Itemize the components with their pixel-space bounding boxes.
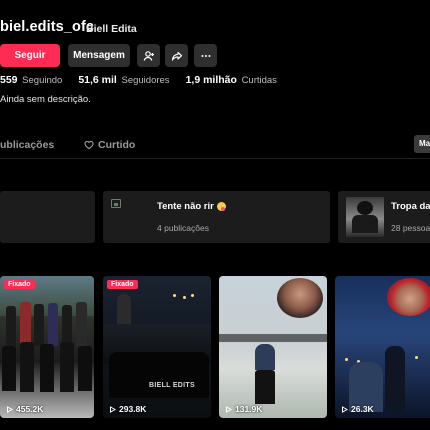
facecam <box>277 278 323 318</box>
more-options-button[interactable] <box>194 44 217 67</box>
more-dots-icon <box>201 54 210 57</box>
video-views: 455.2K <box>6 404 43 414</box>
tab-posts-label: ublicações <box>0 139 55 151</box>
stat-likes: 1,9 milhão Curtidas <box>186 74 277 86</box>
pinned-badge: Fixado <box>4 280 35 289</box>
add-friend-button[interactable] <box>137 44 160 67</box>
playlist-count: 28 pessoas <box>391 223 430 233</box>
video-views: 26.3K <box>341 404 374 414</box>
play-icon <box>226 405 232 413</box>
stat-following-value: 559 <box>0 74 18 86</box>
laughing-emoji-icon <box>216 202 226 211</box>
profile-username: biel.edits_ofc <box>0 19 95 35</box>
video-views: 293.8K <box>109 404 146 414</box>
play-icon <box>7 405 13 413</box>
video-views-count: 455.2K <box>16 404 44 414</box>
playlist-card[interactable] <box>0 191 95 243</box>
stat-followers-label: Seguidores <box>121 75 170 86</box>
video-thumbnail[interactable]: 26.3K <box>335 276 430 418</box>
play-icon <box>110 405 116 413</box>
video-thumbnail[interactable]: 131.9K <box>219 276 327 418</box>
sort-latest-button[interactable]: Mais <box>414 135 430 153</box>
profile-nickname: Biell Edita <box>86 23 137 35</box>
share-button[interactable] <box>165 44 188 67</box>
follow-button[interactable]: Seguir <box>0 44 60 67</box>
video-views-count: 293.8K <box>119 404 147 414</box>
stat-likes-value: 1,9 milhão <box>185 74 237 86</box>
share-icon <box>171 51 182 61</box>
playlist-card-tropa[interactable]: Tropa da 28 pessoas <box>338 191 430 243</box>
tab-divider <box>0 158 430 159</box>
pinned-badge: Fixado <box>107 280 138 289</box>
message-button[interactable]: Mensagem <box>68 44 130 67</box>
add-user-icon <box>143 50 154 61</box>
stat-following[interactable]: 559 Seguindo <box>0 74 62 86</box>
tab-posts[interactable]: ublicações <box>0 139 54 151</box>
facecam <box>387 278 430 316</box>
tab-liked-label: Curtido <box>98 139 136 151</box>
stat-following-label: Seguindo <box>22 75 63 86</box>
heart-outline-icon <box>84 140 94 150</box>
playlist-thumbnail <box>346 197 384 237</box>
profile-bio: Ainda sem descrição. <box>0 94 91 105</box>
video-views: 131.9K <box>225 404 262 414</box>
broken-image-icon <box>111 199 121 208</box>
tab-liked[interactable]: Curtido <box>84 139 135 151</box>
overlay-text: BIELL EDITS <box>149 382 195 389</box>
video-thumbnail[interactable]: Fixado 455.2K <box>0 276 94 418</box>
playlist-title: Tropa da <box>391 201 430 212</box>
playlist-card-tente-nao-rir[interactable]: Tente não rir 4 publicações <box>103 191 330 243</box>
car-shape <box>109 352 209 398</box>
video-views-count: 26.3K <box>351 404 374 414</box>
play-icon <box>342 405 348 413</box>
stat-followers-value: 51,6 mil <box>78 74 117 86</box>
playlist-count: 4 publicações <box>157 223 209 233</box>
playlist-title-text: Tente não rir <box>157 201 214 212</box>
stat-likes-label: Curtidas <box>241 75 277 86</box>
video-views-count: 131.9K <box>235 404 263 414</box>
video-thumbnail[interactable]: BIELL EDITS Fixado 293.8K <box>103 276 211 418</box>
profile-stats: 559 Seguindo 51,6 mil Seguidores 1,9 mil… <box>0 74 277 86</box>
playlist-title: Tente não rir <box>157 201 226 212</box>
stat-followers[interactable]: 51,6 mil Seguidores <box>78 74 169 86</box>
